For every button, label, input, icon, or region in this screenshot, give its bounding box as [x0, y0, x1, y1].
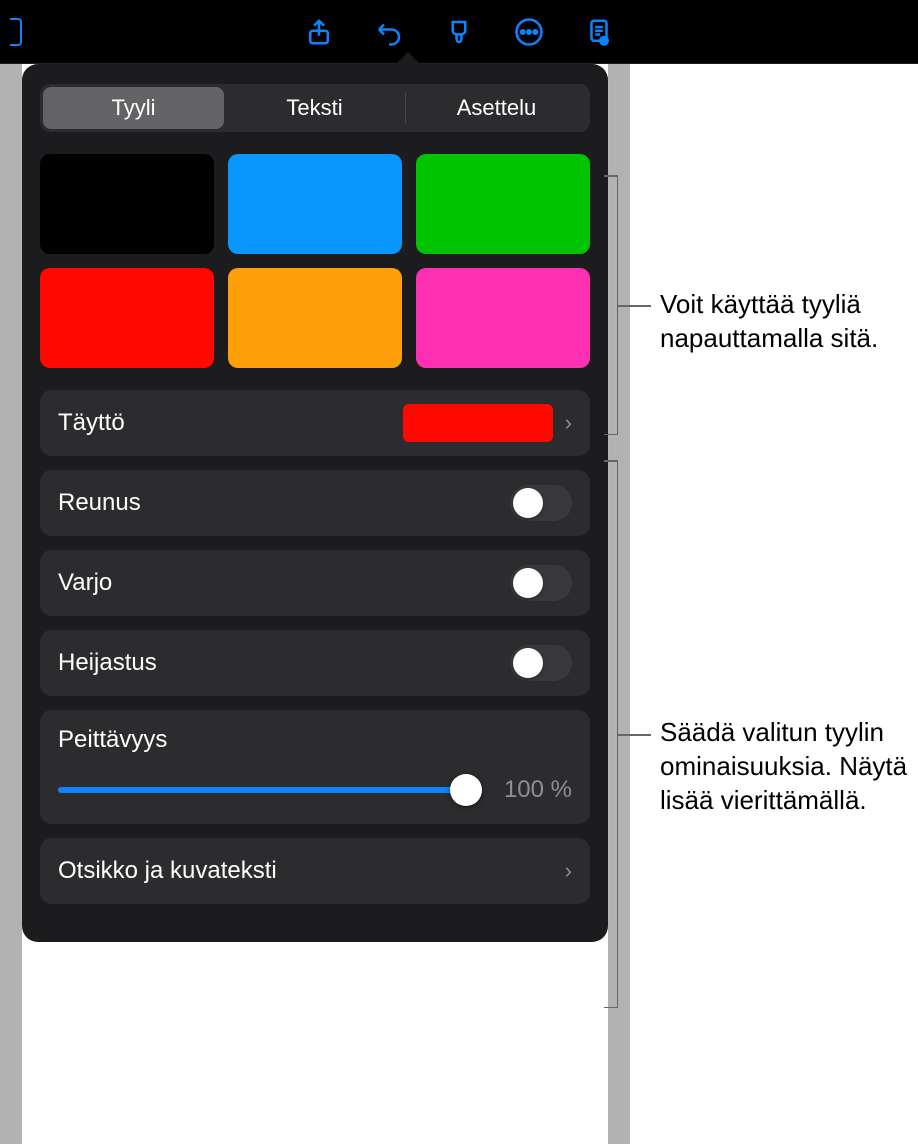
title-caption-row[interactable]: Otsikko ja kuvateksti ›: [40, 838, 590, 904]
tab-text[interactable]: Teksti: [224, 87, 405, 129]
shadow-label: Varjo: [58, 569, 510, 597]
border-toggle[interactable]: [510, 485, 572, 521]
style-swatch-grid: [40, 154, 590, 368]
format-tabs: Tyyli Teksti Asettelu: [40, 84, 590, 132]
reflection-row: Heijastus: [40, 630, 590, 696]
document-icon[interactable]: [583, 16, 615, 48]
opacity-row: Peittävyys 100 %: [40, 710, 590, 824]
title-caption-label: Otsikko ja kuvateksti: [58, 857, 565, 885]
shadow-row: Varjo: [40, 550, 590, 616]
toolbar-icons: [303, 16, 615, 48]
opacity-label: Peittävyys: [58, 726, 572, 754]
background-gutter-right: [608, 64, 630, 1144]
brush-icon[interactable]: [443, 16, 475, 48]
fill-color-swatch: [403, 404, 553, 442]
background-gutter-left: [0, 64, 22, 1144]
style-swatch-magenta[interactable]: [416, 268, 590, 368]
format-popover: Tyyli Teksti Asettelu Täyttö › Reunus: [22, 64, 608, 942]
chevron-right-icon: ›: [565, 410, 572, 436]
app-toolbar: [0, 0, 918, 64]
opacity-value: 100 %: [486, 776, 572, 804]
reflection-label: Heijastus: [58, 649, 510, 677]
style-swatch-red[interactable]: [40, 268, 214, 368]
shadow-toggle[interactable]: [510, 565, 572, 601]
opacity-slider[interactable]: [58, 787, 466, 793]
fill-label: Täyttö: [58, 409, 403, 437]
callout-top: Voit käyttää tyyliä napauttamalla sitä.: [660, 288, 918, 356]
tab-style[interactable]: Tyyli: [43, 87, 224, 129]
border-label: Reunus: [58, 489, 510, 517]
callout-bottom: Säädä valitun tyylin ominaisuuksia. Näyt…: [660, 716, 907, 817]
callout-tick-bottom: [617, 734, 651, 736]
chevron-right-icon: ›: [565, 858, 572, 884]
undo-icon[interactable]: [373, 16, 405, 48]
style-swatch-orange[interactable]: [228, 268, 402, 368]
toolbar-left-edge: [10, 18, 22, 46]
reflection-toggle[interactable]: [510, 645, 572, 681]
callout-tick-top: [617, 305, 651, 307]
border-row: Reunus: [40, 470, 590, 536]
fill-row[interactable]: Täyttö ›: [40, 390, 590, 456]
style-swatch-black[interactable]: [40, 154, 214, 254]
style-swatch-green[interactable]: [416, 154, 590, 254]
style-swatch-blue[interactable]: [228, 154, 402, 254]
tab-layout[interactable]: Asettelu: [406, 87, 587, 129]
opacity-slider-thumb[interactable]: [450, 774, 482, 806]
share-icon[interactable]: [303, 16, 335, 48]
more-icon[interactable]: [513, 16, 545, 48]
